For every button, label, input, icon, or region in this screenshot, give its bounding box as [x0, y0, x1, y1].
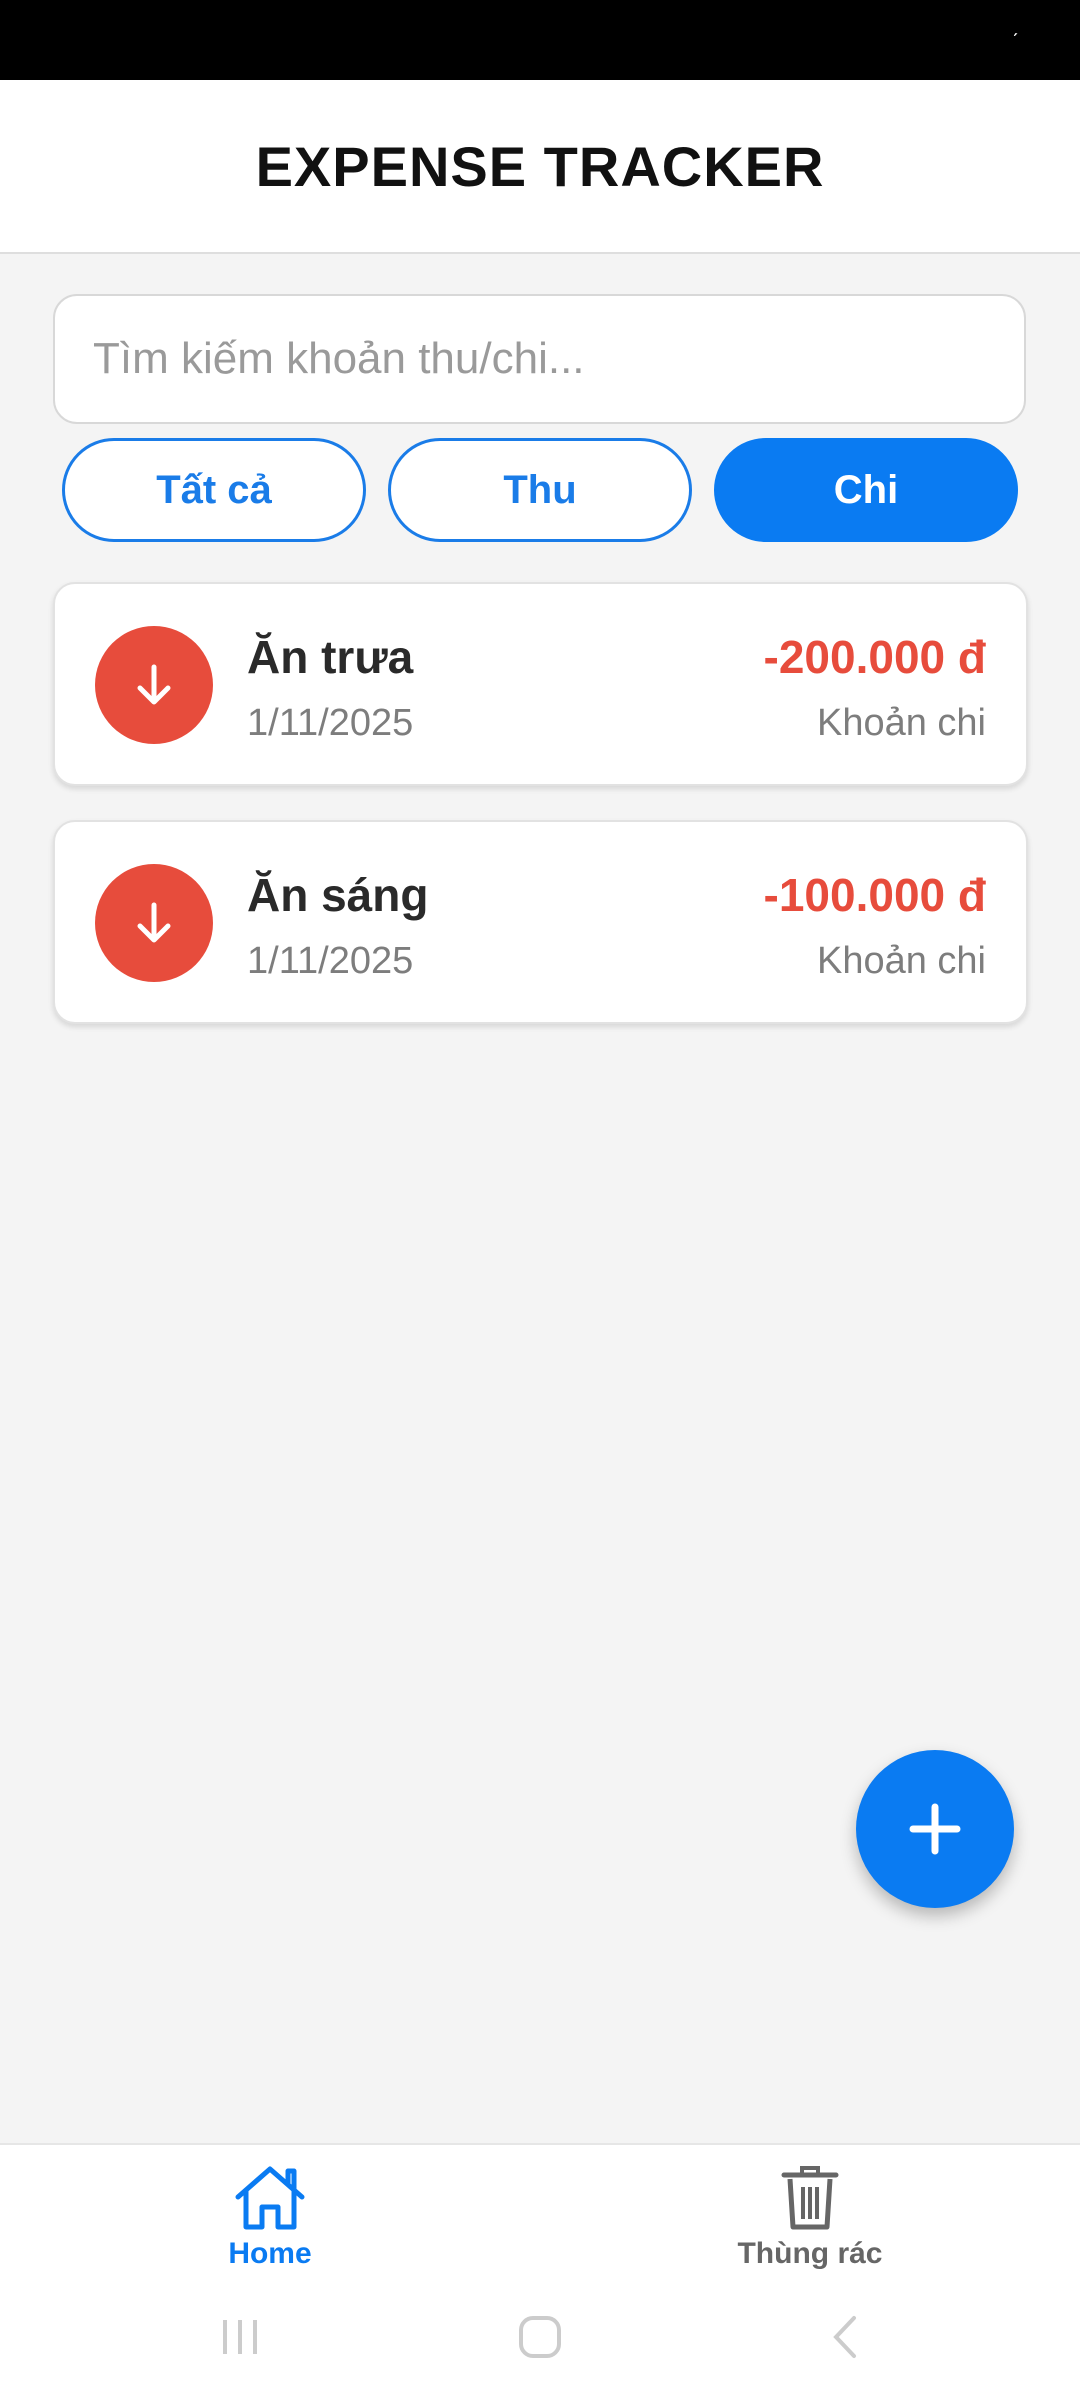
filter-expense-button[interactable]: Chi [714, 438, 1018, 542]
system-nav-bar [0, 2292, 1080, 2382]
transaction-amount: -100.000 đ [763, 869, 986, 921]
status-bar: ˊ [0, 0, 1080, 80]
search-box[interactable] [53, 294, 1026, 424]
page-title: EXPENSE TRACKER [255, 134, 825, 198]
transaction-type: Khoản chi [816, 702, 986, 744]
filter-income-button[interactable]: Thu [388, 438, 692, 542]
transaction-amount: -200.000 đ [763, 631, 986, 683]
transaction-item[interactable]: Ăn trưa 1/11/2025 -200.000 đ Khoản chi [53, 582, 1028, 786]
home-icon [235, 2166, 305, 2230]
nav-item-home[interactable]: Home [150, 2163, 390, 2283]
transaction-title: Ăn sáng [247, 869, 429, 921]
transaction-list: Ăn trưa 1/11/2025 -200.000 đ Khoản chi Ă… [53, 582, 1028, 1058]
plus-icon [909, 1803, 961, 1855]
bottom-nav: Home Thùng rác [0, 2143, 1080, 2400]
home-system-icon[interactable] [515, 2312, 565, 2362]
transaction-date: 1/11/2025 [247, 702, 414, 744]
trash-icon [781, 2166, 839, 2230]
transaction-title: Ăn trưa [247, 631, 414, 683]
nav-item-trash[interactable]: Thùng rác [690, 2163, 930, 2283]
search-input[interactable] [93, 334, 986, 384]
nav-label-trash: Thùng rác [737, 2237, 883, 2270]
filter-all-button[interactable]: Tất cả [62, 438, 366, 542]
transaction-date: 1/11/2025 [247, 940, 414, 982]
nav-label-home: Home [228, 2237, 312, 2270]
recent-apps-icon[interactable] [215, 2312, 265, 2362]
filter-group: Tất cả Thu Chi [62, 438, 1018, 542]
add-transaction-button[interactable] [856, 1750, 1014, 1908]
app-header: EXPENSE TRACKER [0, 80, 1080, 254]
transaction-item[interactable]: Ăn sáng 1/11/2025 -100.000 đ Khoản chi [53, 820, 1028, 1024]
arrow-down-icon [95, 864, 213, 982]
transaction-type: Khoản chi [816, 940, 986, 982]
status-indicator-icon: ˊ [1012, 31, 1019, 53]
back-icon[interactable] [820, 2312, 870, 2362]
arrow-down-icon [95, 626, 213, 744]
